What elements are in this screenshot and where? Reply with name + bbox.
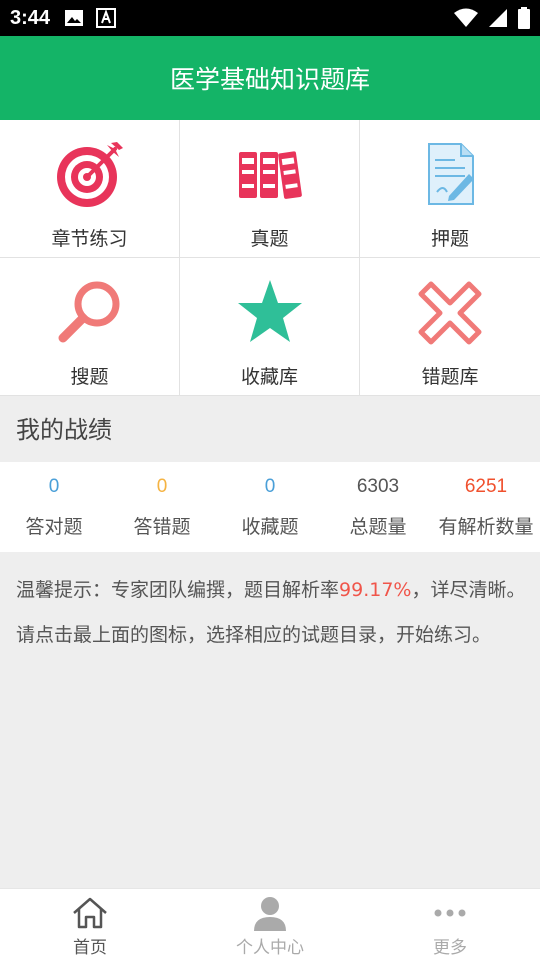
battery-icon [518, 7, 530, 29]
user-icon [254, 897, 286, 931]
app-header: 医学基础知识题库 [0, 36, 540, 120]
grid-item-favorites[interactable]: 收藏库 [180, 258, 360, 396]
document-pen-icon [428, 143, 474, 205]
stat-favorites: 0 收藏题 [216, 462, 324, 552]
stats-panel: 0 答对题 0 答错题 0 收藏题 6303 总题量 6251 有解析数量 [0, 462, 540, 552]
stat-label: 答错题 [133, 516, 191, 538]
tips-line-2: 请点击最上面的图标，选择相应的试题目录，开始练习。 [16, 624, 492, 646]
tab-more[interactable]: 更多 [360, 889, 540, 960]
stat-total: 6303 总题量 [324, 462, 432, 552]
wifi-icon [454, 8, 478, 27]
stat-value: 6303 [356, 476, 400, 497]
grid-item-label: 真题 [250, 228, 289, 250]
tips-text: 温馨提示：专家团队编撰，题目解析率99.17%，详尽清晰。 请点击最上面的图标，… [16, 568, 528, 658]
stat-value: 6251 [464, 476, 508, 497]
signal-icon [489, 9, 507, 27]
bottom-tab-bar: 首页 个人中心 更多 [0, 888, 540, 960]
tips-part1: 温馨提示：专家团队编撰，题目解析率 [16, 579, 340, 601]
grid-item-chapter-practice[interactable]: 章节练习 [0, 120, 180, 258]
home-icon [73, 897, 107, 929]
magnifier-icon [58, 281, 119, 343]
tab-label: 更多 [433, 938, 467, 958]
stat-value: 0 [264, 476, 276, 497]
grid-item-label: 错题库 [421, 366, 479, 388]
tab-home[interactable]: 首页 [0, 889, 180, 960]
stats-section-title: 我的战绩 [16, 416, 112, 444]
explanation-rate: 99.17% [339, 579, 412, 601]
binders-icon [238, 151, 302, 199]
stat-label: 答对题 [25, 516, 83, 538]
stat-correct: 0 答对题 [0, 462, 108, 552]
page-title: 医学基础知识题库 [169, 65, 370, 94]
stat-value: 0 [48, 476, 60, 497]
grid-item-label: 搜题 [70, 366, 109, 388]
star-icon [237, 280, 302, 342]
stat-label: 有解析数量 [438, 516, 534, 538]
more-dots-icon [434, 909, 466, 917]
stat-with-explanation: 6251 有解析数量 [432, 462, 540, 552]
cross-icon [418, 281, 482, 345]
function-grid: 章节练习 真题 押题 搜题 收藏库 错题库 [0, 120, 540, 396]
grid-item-predicted-questions[interactable]: 押题 [360, 120, 540, 258]
stat-label: 总题量 [349, 516, 407, 538]
grid-item-wrong-questions[interactable]: 错题库 [360, 258, 540, 396]
grid-item-search-questions[interactable]: 搜题 [0, 258, 180, 396]
text-a-icon [96, 8, 117, 28]
grid-item-label: 押题 [430, 228, 469, 250]
grid-item-past-exams[interactable]: 真题 [180, 120, 360, 258]
target-icon [56, 142, 123, 207]
stat-wrong: 0 答错题 [108, 462, 216, 552]
tips-part2: ，详尽清晰。 [411, 579, 526, 601]
tab-label: 首页 [73, 938, 107, 958]
stat-label: 收藏题 [241, 516, 299, 538]
tips-line-1: 温馨提示：专家团队编撰，题目解析率99.17%，详尽清晰。 [16, 568, 528, 613]
grid-item-label: 收藏库 [240, 366, 298, 388]
tab-profile[interactable]: 个人中心 [180, 889, 360, 960]
status-bar: 3:44 [0, 0, 540, 36]
tab-label: 个人中心 [236, 938, 304, 958]
status-time: 3:44 [10, 6, 51, 29]
stat-value: 0 [156, 476, 168, 497]
image-icon [65, 10, 84, 26]
grid-item-label: 章节练习 [51, 228, 128, 250]
